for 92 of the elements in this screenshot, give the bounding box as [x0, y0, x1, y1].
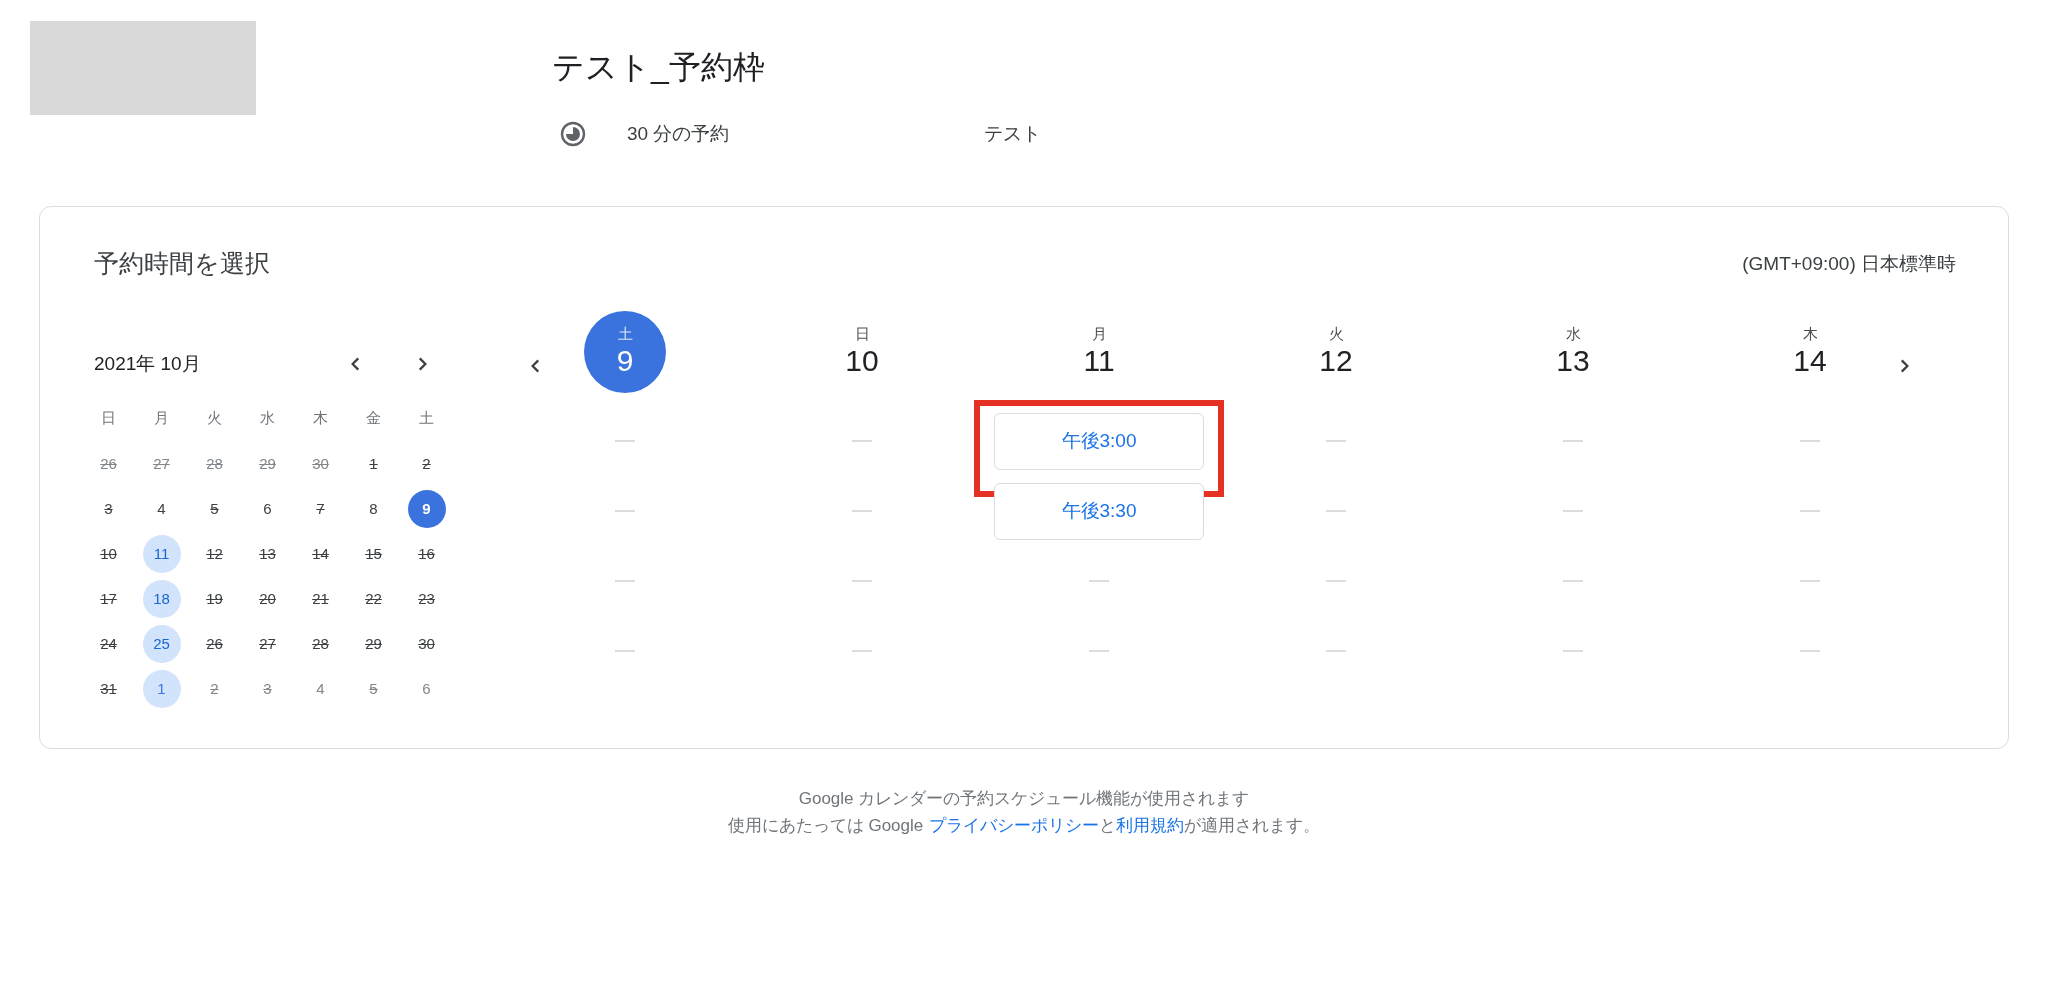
empty-slot-dash — [1089, 650, 1109, 652]
empty-slot-dash — [1326, 580, 1346, 582]
calendar-day: 31 — [89, 669, 128, 708]
day-column-header[interactable]: 水 13 — [1532, 311, 1614, 393]
weekday-label: 木 — [312, 408, 329, 428]
calendar-day: 10 — [89, 534, 128, 573]
calendar-day: 12 — [195, 534, 234, 573]
calendar-day: 29 — [354, 624, 393, 663]
empty-slot-dash — [1563, 580, 1583, 582]
calendar-day: 26 — [195, 624, 234, 663]
calendar-day: 26 — [89, 444, 128, 483]
weekday-label: 金 — [365, 408, 382, 428]
calendar-day: 5 — [195, 489, 234, 528]
empty-slot-dash — [1800, 440, 1820, 442]
calendar-day: 15 — [354, 534, 393, 573]
calendar-day: 2 — [195, 669, 234, 708]
calendar-day[interactable]: 1 — [142, 669, 181, 708]
weekday-label: 水 — [259, 408, 276, 428]
empty-slot-dash — [615, 440, 635, 442]
calendar-day: 5 — [354, 669, 393, 708]
calendar-day: 6 — [248, 489, 287, 528]
calendar-day: 21 — [301, 579, 340, 618]
day-column-header[interactable]: 日 10 — [821, 311, 903, 393]
description-text: テスト — [984, 122, 1042, 146]
empty-slot-dash — [1089, 580, 1109, 582]
footer-text: Google カレンダーの予約スケジュール機能が使用されます — [798, 788, 1250, 810]
empty-slot-dash — [615, 510, 635, 512]
empty-slot-dash — [1326, 650, 1346, 652]
weekday-label: 火 — [206, 408, 223, 428]
calendar-day: 22 — [354, 579, 393, 618]
calendar-day[interactable]: 25 — [142, 624, 181, 663]
calendar-day: 29 — [248, 444, 287, 483]
calendar-day: 4 — [301, 669, 340, 708]
day-column-header[interactable]: 木 14 — [1769, 311, 1851, 393]
weekday-label: 日 — [100, 408, 117, 428]
calendar-day: 3 — [89, 489, 128, 528]
card-title: 予約時間を選択 — [94, 248, 270, 279]
privacy-policy-link[interactable]: プライバシーポリシー — [929, 812, 1100, 839]
calendar-day: 28 — [301, 624, 340, 663]
calendar-day: 4 — [142, 489, 181, 528]
empty-slot-dash — [1326, 510, 1346, 512]
empty-slot-dash — [1563, 440, 1583, 442]
calendar-day[interactable]: 9 — [407, 489, 446, 528]
footer-text: 使用にあたっては Google — [727, 815, 924, 837]
empty-slot-dash — [1800, 580, 1820, 582]
calendar-day: 13 — [248, 534, 287, 573]
empty-slot-dash — [1800, 510, 1820, 512]
calendar-day: 23 — [407, 579, 446, 618]
empty-slot-dash — [615, 650, 635, 652]
calendar-day[interactable]: 11 — [142, 534, 181, 573]
day-column-header[interactable]: 土 9 — [584, 311, 666, 393]
empty-slot-dash — [852, 510, 872, 512]
calendar-day: 30 — [301, 444, 340, 483]
calendar-day: 1 — [354, 444, 393, 483]
weekday-label: 土 — [418, 408, 435, 428]
empty-slot-dash — [852, 580, 872, 582]
weekday-label: 月 — [153, 408, 170, 428]
calendar-day: 19 — [195, 579, 234, 618]
empty-slot-dash — [852, 440, 872, 442]
empty-slot-dash — [852, 650, 872, 652]
calendar-day: 27 — [248, 624, 287, 663]
calendar-day: 16 — [407, 534, 446, 573]
clock-icon — [560, 121, 586, 147]
empty-slot-dash — [1563, 650, 1583, 652]
empty-slot-dash — [615, 580, 635, 582]
calendar-day: 20 — [248, 579, 287, 618]
empty-slot-dash — [1563, 510, 1583, 512]
calendar-day: 14 — [301, 534, 340, 573]
calendar-day: 27 — [142, 444, 181, 483]
time-slot-button[interactable]: 午後3:30 — [994, 482, 1204, 540]
footer-text: と — [1099, 815, 1117, 837]
month-label: 2021年 10月 — [94, 352, 202, 376]
time-slot-button[interactable]: 午後3:00 — [994, 412, 1204, 470]
empty-slot-dash — [1800, 650, 1820, 652]
page-title: テスト_予約枠 — [552, 48, 766, 87]
empty-slot-dash — [1326, 440, 1346, 442]
terms-link[interactable]: 利用規約 — [1116, 812, 1185, 839]
calendar-day: 17 — [89, 579, 128, 618]
calendar-day: 6 — [407, 669, 446, 708]
day-column-header[interactable]: 火 12 — [1295, 311, 1377, 393]
day-column-header[interactable]: 月 11 — [1058, 311, 1140, 393]
calendar-day: 24 — [89, 624, 128, 663]
timezone-label: (GMT+09:00) 日本標準時 — [1742, 251, 1956, 276]
calendar-day: 2 — [407, 444, 446, 483]
calendar-day: 7 — [301, 489, 340, 528]
calendar-day: 28 — [195, 444, 234, 483]
duration-text: 30 分の予約 — [627, 122, 730, 146]
footer-text: が適用されます。 — [1184, 815, 1321, 837]
calendar-day: 3 — [248, 669, 287, 708]
calendar-day: 30 — [407, 624, 446, 663]
calendar-day[interactable]: 18 — [142, 579, 181, 618]
calendar-day: 8 — [354, 489, 393, 528]
